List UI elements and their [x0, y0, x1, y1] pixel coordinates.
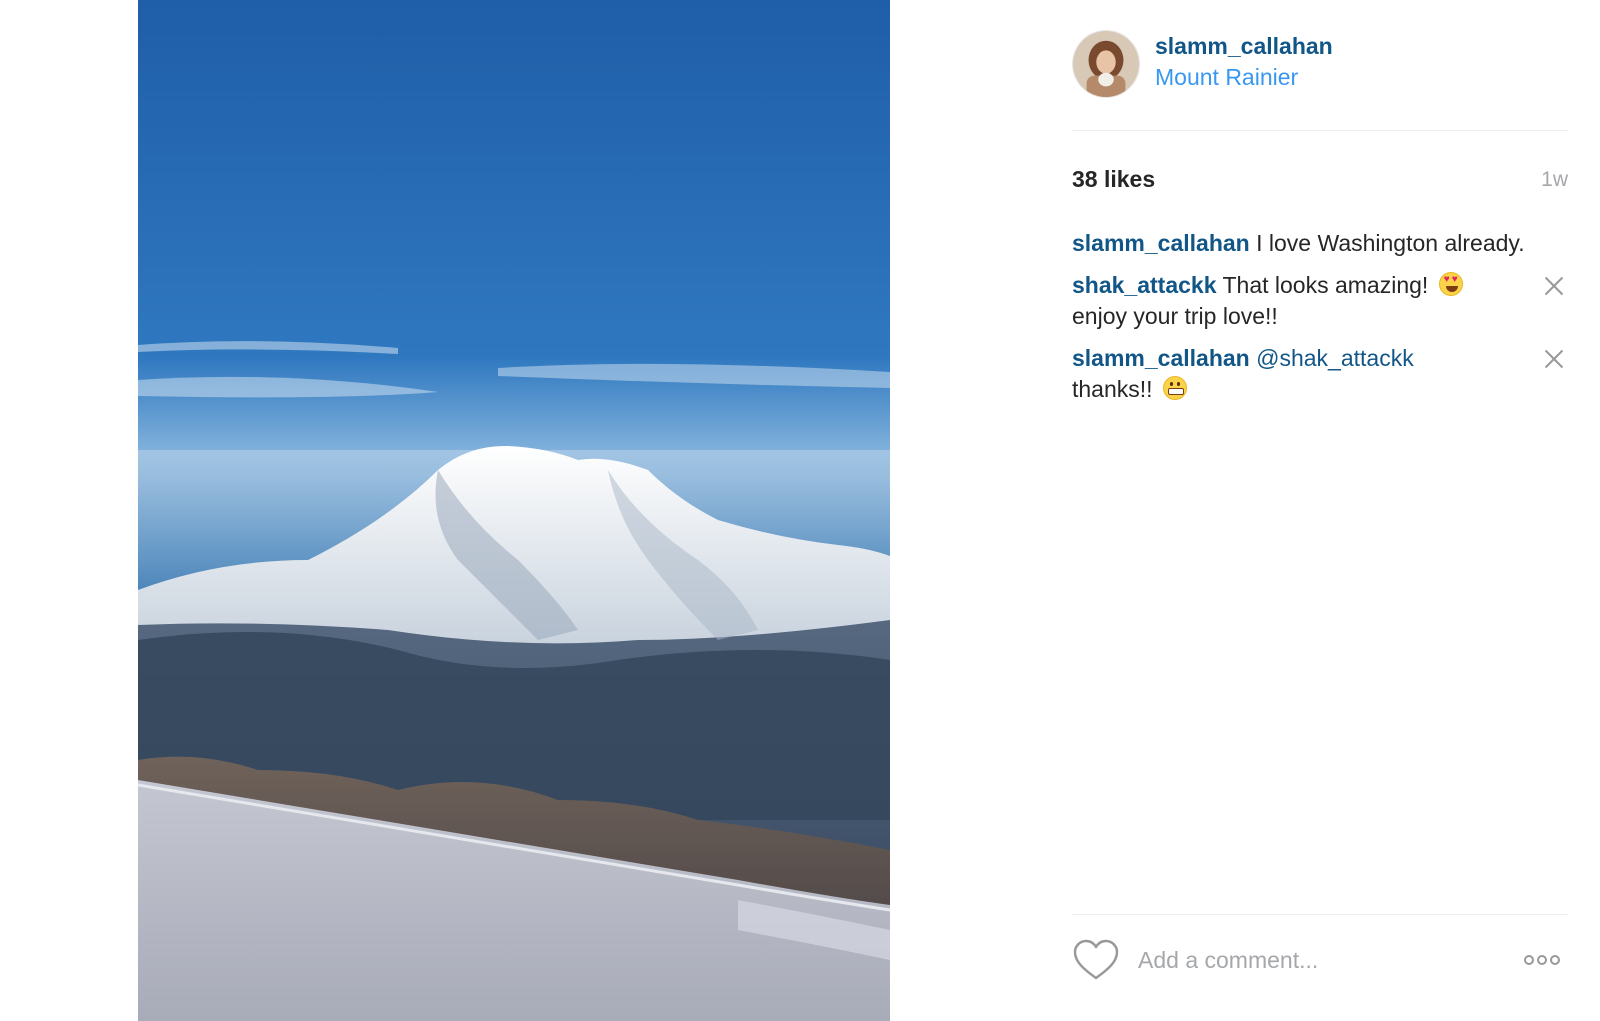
- comment-username[interactable]: slamm_callahan: [1072, 230, 1250, 256]
- comment-item: slamm_callahan @shak_attackk thanks!!: [1072, 343, 1568, 405]
- header-divider: [1072, 130, 1568, 131]
- comment-text: thanks!!: [1072, 376, 1153, 402]
- post-details-panel: slamm_callahan Mount Rainier 38 likes 1w…: [1072, 0, 1572, 1021]
- post-page: slamm_callahan Mount Rainier 38 likes 1w…: [0, 0, 1600, 1021]
- post-header: slamm_callahan Mount Rainier: [1072, 28, 1568, 100]
- grimacing-emoji-icon: [1162, 376, 1187, 400]
- footer-divider: [1072, 914, 1568, 915]
- post-footer: [1072, 930, 1568, 990]
- comment-caption: slamm_callahan I love Washington already…: [1072, 228, 1568, 259]
- heart-eyes-emoji-icon: [1438, 272, 1463, 296]
- avatar[interactable]: [1072, 30, 1140, 98]
- comment-text: I love Washington already.: [1256, 230, 1525, 256]
- owner-username-link[interactable]: slamm_callahan: [1155, 33, 1333, 60]
- comment-item: shak_attackk That looks amazing! enjoy y…: [1072, 270, 1568, 332]
- comment-text: That looks amazing!: [1222, 272, 1429, 298]
- likes-count[interactable]: 38 likes: [1072, 166, 1155, 193]
- add-comment-input[interactable]: [1138, 940, 1508, 980]
- more-options-icon[interactable]: [1524, 952, 1568, 968]
- avatar-photo-icon: [1073, 31, 1139, 97]
- post-photo[interactable]: [138, 0, 890, 1021]
- comment-username[interactable]: slamm_callahan: [1072, 345, 1250, 371]
- heart-outline-icon[interactable]: [1072, 938, 1120, 982]
- post-timestamp[interactable]: 1w: [1541, 168, 1568, 192]
- comment-list: slamm_callahan I love Washington already…: [1072, 228, 1568, 416]
- comment-text-continued: enjoy your trip love!!: [1072, 303, 1278, 329]
- location-link[interactable]: Mount Rainier: [1155, 64, 1298, 91]
- mountain-photo-image: [138, 0, 890, 1021]
- comment-username[interactable]: shak_attackk: [1072, 272, 1217, 298]
- delete-comment-icon[interactable]: [1542, 274, 1566, 298]
- comment-mention-link[interactable]: @shak_attackk: [1256, 345, 1414, 371]
- delete-comment-icon[interactable]: [1542, 347, 1566, 371]
